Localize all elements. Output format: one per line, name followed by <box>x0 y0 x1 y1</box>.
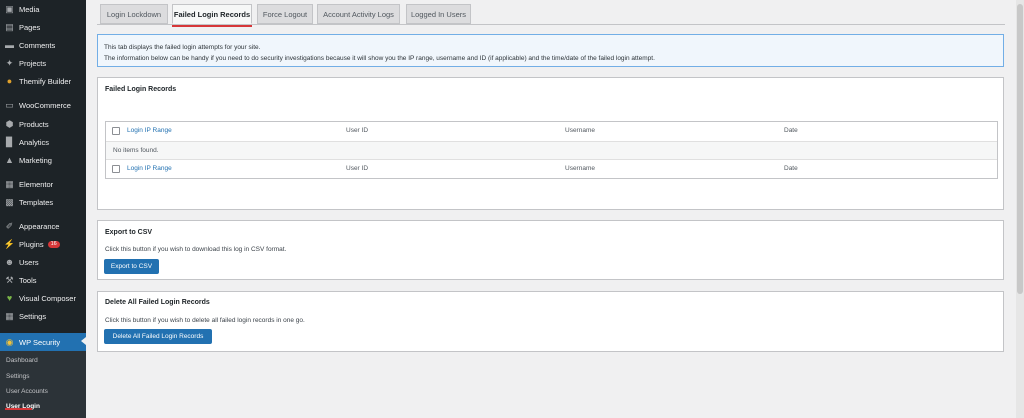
sidebar-item-themify-builder[interactable]: ● Themify Builder <box>0 73 86 90</box>
submenu-item-settings[interactable]: Settings <box>6 373 30 380</box>
no-items-message: No items found. <box>113 147 159 154</box>
records-table: Login IP Range User ID Username Date No … <box>105 121 998 179</box>
tools-icon: ⚒ <box>5 275 14 285</box>
sidebar-item-media[interactable]: ▣ Media <box>0 1 86 18</box>
sidebar-item-products[interactable]: ⬢ Products <box>0 116 86 133</box>
info-line-2: The information below can be handy if yo… <box>104 55 655 62</box>
plugins-icon: ⚡ <box>3 239 16 249</box>
select-all-checkbox-footer[interactable] <box>112 165 120 173</box>
delete-description: Click this button if you wish to delete … <box>105 317 305 324</box>
column-username: Username <box>565 127 595 134</box>
scrollbar-thumb[interactable] <box>1017 4 1023 294</box>
comments-icon: ▬ <box>5 40 14 50</box>
admin-sidebar: ▣ Media ▤ Pages ▬ Comments ✦ Projects ● … <box>0 0 86 418</box>
sidebar-item-visual-composer[interactable]: ♥ Visual Composer <box>0 290 86 307</box>
tab-login-lockdown[interactable]: Login Lockdown <box>100 4 168 24</box>
users-icon: ☻ <box>4 257 15 267</box>
select-all-checkbox[interactable] <box>112 127 120 135</box>
delete-records-panel: Delete All Failed Login Records Click th… <box>97 291 1004 352</box>
current-submenu-underline <box>5 408 32 410</box>
sidebar-item-projects[interactable]: ✦ Projects <box>0 55 86 72</box>
products-icon: ⬢ <box>5 119 14 129</box>
sidebar-item-tools[interactable]: ⚒ Tools <box>0 272 86 289</box>
sidebar-item-settings[interactable]: ▦ Settings <box>0 308 86 325</box>
column-login-ip-range-footer[interactable]: Login IP Range <box>127 165 172 172</box>
plugins-update-badge: 16 <box>47 240 60 249</box>
column-user-id: User ID <box>346 127 369 134</box>
column-date-footer: Date <box>784 165 798 172</box>
submenu-item-user-accounts[interactable]: User Accounts <box>6 388 48 395</box>
failed-login-records-panel: Failed Login Records Login IP Range User… <box>97 77 1004 210</box>
themify-icon: ● <box>6 76 13 86</box>
projects-icon: ✦ <box>5 58 14 68</box>
page-scrollbar[interactable] <box>1016 0 1024 418</box>
column-login-ip-range[interactable]: Login IP Range <box>127 127 172 134</box>
woocommerce-icon: ▭ <box>5 100 14 110</box>
export-title: Export to CSV <box>105 229 153 236</box>
wp-security-icon: ◉ <box>5 336 14 347</box>
sidebar-item-elementor[interactable]: ▦ Elementor <box>0 176 86 193</box>
sidebar-item-analytics[interactable]: ▉ Analytics <box>0 134 86 151</box>
table-row: No items found. <box>106 141 997 160</box>
panel-title: Failed Login Records <box>105 86 177 93</box>
export-description: Click this button if you wish to downloa… <box>105 246 287 253</box>
marketing-icon: ▲ <box>5 155 14 165</box>
export-csv-button[interactable]: Export to CSV <box>104 259 159 274</box>
submenu-item-dashboard[interactable]: Dashboard <box>6 357 38 364</box>
delete-title: Delete All Failed Login Records <box>105 299 210 306</box>
delete-all-records-button[interactable]: Delete All Failed Login Records <box>104 329 212 344</box>
column-user-id-footer: User ID <box>346 165 369 172</box>
sidebar-item-woocommerce[interactable]: ▭ WooCommerce <box>0 97 86 114</box>
active-tab-underline <box>172 25 252 27</box>
table-footer-row: Login IP Range User ID Username Date <box>106 160 997 179</box>
active-menu-arrow <box>81 337 86 345</box>
export-csv-panel: Export to CSV Click this button if you w… <box>97 220 1004 280</box>
info-line-1: This tab displays the failed login attem… <box>104 44 261 51</box>
sidebar-item-wp-security[interactable]: ◉ WP Security <box>0 333 86 351</box>
analytics-icon: ▉ <box>6 137 13 147</box>
sidebar-item-pages[interactable]: ▤ Pages <box>0 19 86 36</box>
tab-force-logout[interactable]: Force Logout <box>257 4 313 24</box>
column-username-footer: Username <box>565 165 595 172</box>
pages-icon: ▤ <box>5 22 14 32</box>
appearance-icon: ✐ <box>5 221 14 231</box>
sidebar-item-templates[interactable]: ▩ Templates <box>0 194 86 211</box>
tab-account-activity-logs[interactable]: Account Activity Logs <box>317 4 400 24</box>
sidebar-item-marketing[interactable]: ▲ Marketing <box>0 152 86 169</box>
settings-icon: ▦ <box>5 311 14 321</box>
sidebar-item-appearance[interactable]: ✐ Appearance <box>0 218 86 235</box>
sidebar-item-plugins[interactable]: ⚡ Plugins 16 <box>0 236 86 253</box>
sidebar-item-users[interactable]: ☻ Users <box>0 254 86 271</box>
visual-composer-icon: ♥ <box>6 293 13 303</box>
tab-failed-login-records[interactable]: Failed Login Records <box>172 4 252 24</box>
elementor-icon: ▦ <box>5 179 14 189</box>
tab-logged-in-users[interactable]: Logged In Users <box>406 4 471 24</box>
info-notice: This tab displays the failed login attem… <box>97 34 1004 67</box>
media-icon: ▣ <box>5 4 14 14</box>
sidebar-item-comments[interactable]: ▬ Comments <box>0 37 86 54</box>
column-date: Date <box>784 127 798 134</box>
templates-icon: ▩ <box>5 197 14 207</box>
table-header-row: Login IP Range User ID Username Date <box>106 122 997 141</box>
